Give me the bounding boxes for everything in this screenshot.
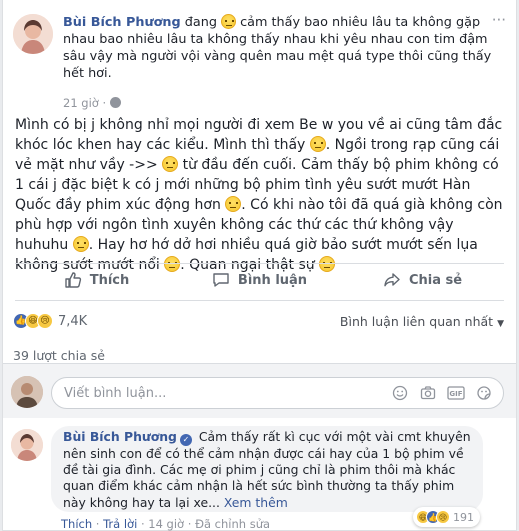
avatar-image	[13, 14, 53, 54]
share-button[interactable]: Chia sẻ	[341, 264, 504, 296]
share-icon	[384, 273, 400, 287]
caret-down-icon: ▼	[497, 318, 504, 329]
comment-label: Bình luận	[237, 272, 308, 288]
comment-reply-link[interactable]: Trả lời	[103, 517, 137, 531]
comment-placeholder: Viết bình luận...	[64, 385, 167, 401]
comment-edited[interactable]: Đã chỉnh sửa	[195, 517, 270, 531]
like-button[interactable]: Thích	[15, 264, 178, 296]
see-more-link[interactable]: Xem thêm	[224, 495, 288, 510]
sad-reaction-icon: 😢	[436, 510, 450, 524]
confused-emoji-icon	[225, 196, 242, 212]
post-header-text: Bùi Bích Phương đang cảm thấy bao nhiêu …	[63, 14, 493, 82]
comment-author[interactable]: Bùi Bích Phương	[63, 429, 177, 444]
post-body: Mình có bị j không nhỉ mọi người đi xem …	[15, 115, 507, 275]
comment-icon	[213, 273, 229, 287]
avatar-image	[11, 376, 43, 408]
sad-reaction-icon[interactable]: 😢	[37, 313, 53, 329]
viewer-avatar	[11, 376, 43, 408]
comment-input[interactable]: Viết bình luận... GIF	[51, 377, 504, 409]
gif-icon[interactable]: GIF	[447, 384, 465, 402]
reaction-count[interactable]: 7,4K	[58, 314, 87, 329]
comment-bubble: Bùi Bích Phương ✓ Cảm thấy rất kì cục với…	[51, 426, 483, 512]
author-avatar[interactable]	[13, 14, 53, 54]
more-options-icon[interactable]: ···	[492, 13, 506, 28]
post-timestamp[interactable]: 21 giờ ·	[63, 96, 122, 110]
share-count[interactable]: 39 lượt chia sẻ	[13, 348, 105, 363]
confused-emoji-icon	[72, 236, 89, 252]
comment-composer: Viết bình luận... GIF	[3, 363, 516, 418]
feeling-emoji-icon	[221, 14, 237, 29]
status-prefix: đang	[184, 15, 217, 30]
confused-emoji-icon	[309, 136, 326, 152]
commenter-avatar[interactable]	[11, 429, 43, 461]
comment-time[interactable]: 14 giờ	[148, 517, 184, 531]
globe-icon	[110, 97, 122, 108]
post-card: Bùi Bích Phương đang cảm thấy bao nhiêu …	[2, 0, 517, 531]
comment-sort-label: Bình luận liên quan nhất	[339, 313, 494, 329]
svg-text:GIF: GIF	[449, 390, 462, 398]
camera-icon[interactable]	[419, 384, 437, 402]
share-label: Chia sẻ	[408, 272, 463, 288]
verified-badge-icon: ✓	[179, 434, 192, 446]
smiley-icon[interactable]	[391, 384, 409, 402]
comment-button[interactable]: Bình luận	[178, 264, 341, 296]
avatar-image	[11, 429, 43, 461]
comment-reaction-count: 191	[453, 510, 474, 524]
comment-reactions[interactable]: 😆 👍 😢 191	[413, 507, 480, 527]
divider	[15, 300, 504, 301]
comment-sort-dropdown[interactable]: Bình luận liên quan nhất ▼	[340, 314, 504, 329]
confused-emoji-icon	[162, 156, 179, 172]
thumbs-up-icon	[65, 272, 81, 288]
like-label: Thích	[89, 272, 130, 288]
comment-like-link[interactable]: Thích	[61, 517, 92, 531]
author-name[interactable]: Bùi Bích Phương	[63, 15, 181, 30]
post-header: Bùi Bích Phương đang cảm thấy bao nhiêu …	[13, 8, 506, 110]
comment-meta: Thích · Trả lời · 14 giờ · Đã chỉnh sửa	[61, 517, 271, 531]
reactions-row: 👍 😆 😢 7,4K Bình luận liên quan nhất ▼	[13, 311, 504, 331]
post-actions: Thích Bình luận Chia sẻ	[15, 264, 504, 296]
post-time-text: 21 giờ	[63, 96, 99, 110]
sticker-icon[interactable]	[475, 384, 493, 402]
